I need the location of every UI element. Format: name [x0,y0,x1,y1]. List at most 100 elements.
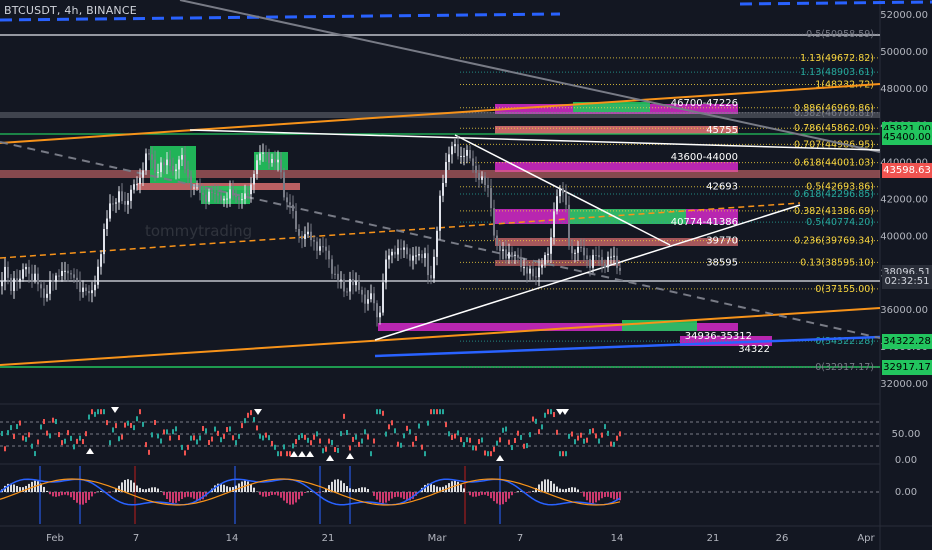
rsi-bar [442,409,444,415]
candle-body [379,312,381,318]
rsi-bar [379,409,381,415]
rsi-bar [541,424,543,430]
macd-bar [502,492,504,505]
macd-bar [148,488,150,492]
candle-body [82,287,84,292]
x-tick-label: Mar [428,533,448,544]
candle-body [559,188,561,197]
candle-body [487,185,489,189]
candle-body [76,277,78,281]
candle-body [172,166,174,172]
candle-body [616,255,618,268]
rsi-bar [247,412,249,418]
zone-box [495,238,738,246]
fib-level-label: 0.5(50958.59) [806,29,874,40]
rsi-bar [616,435,618,441]
macd-bar [160,491,162,492]
candle-body [28,266,30,274]
candle-body [523,267,525,269]
price-chart[interactable]: 0.5(50958.59) 1.13(49672.82) 1.13(48903.61… [0,0,932,550]
candle-body [457,144,459,157]
fib-level-label: 0.13(38595.10) [800,257,874,268]
rsi-bar [430,409,432,415]
candle-body [268,152,270,163]
candle-body [352,279,354,286]
candle-body [481,176,483,180]
macd-bar [355,489,357,492]
candle-body [22,269,24,279]
candle-body [364,294,366,304]
rsi-axis-label: 0.00 [895,455,917,466]
candle-body [58,275,60,277]
candle-body [295,211,297,229]
rsi-bar [619,431,621,437]
macd-bar [607,492,609,497]
rsi-bar [394,428,396,434]
rsi-axis-label: 50.00 [892,429,921,440]
macd-bar [280,492,282,498]
candle-body [517,254,519,258]
rsi-bar [133,425,135,431]
candle-body [373,293,375,304]
rsi-bar [223,433,225,439]
macd-bar [223,484,225,492]
macd-bar [487,492,489,496]
candle-body [325,246,327,251]
rsi-bar [145,442,147,448]
rsi-bar [58,432,60,438]
rsi-bar [364,429,366,435]
candle-body [214,192,216,194]
rsi-bar [334,446,336,452]
rsi-bar [610,441,612,447]
macd-bar [196,492,198,501]
rsi-bar [1,431,3,437]
price-tag: 34322.28 [882,334,932,350]
candle-body [598,255,600,258]
candle-body [244,193,246,200]
rsi-bar [466,437,468,443]
macd-bar [514,492,516,493]
rsi-bar [355,434,357,440]
macd-bar [37,481,39,492]
macd-bar [571,487,573,492]
candle-body [436,230,438,257]
macd-bar [334,479,336,492]
candle-body [253,174,255,185]
candle-body [154,159,156,173]
candle-body [547,253,549,256]
symbol-title[interactable]: BTCUSDT, 4h, BINANCE [4,4,137,17]
candle-body [88,291,90,294]
macd-bar [265,492,267,497]
candle-body [181,155,183,160]
macd-bar [52,492,54,497]
candle-body [4,266,6,282]
candle-body [529,268,531,274]
rsi-bar [229,426,231,432]
candle-body [100,254,102,267]
macd-bar [16,485,18,492]
macd-bar [181,492,183,499]
rsi-bar [4,446,6,452]
rsi-bar [589,429,591,435]
macd-bar [493,492,495,502]
rsi-bar [253,417,255,423]
rsi-bar [232,435,234,441]
candle-body [472,158,474,166]
candle-body [16,278,18,282]
x-tick-label: 21 [707,533,720,544]
rsi-bar [322,448,324,454]
macd-bar [58,492,60,497]
macd-bar [565,488,567,492]
x-tick-label: 14 [611,533,624,544]
macd-bar [592,492,594,504]
candle-body [607,256,609,268]
rsi-bar [49,433,51,439]
rsi-bar [250,410,252,416]
candle-body [412,255,414,261]
rsi-bar [46,430,48,436]
rsi-bar [439,409,441,415]
rsi-bar [103,409,105,415]
rsi-bar [193,435,195,441]
candle-body [451,146,453,155]
candle-body [367,299,369,304]
